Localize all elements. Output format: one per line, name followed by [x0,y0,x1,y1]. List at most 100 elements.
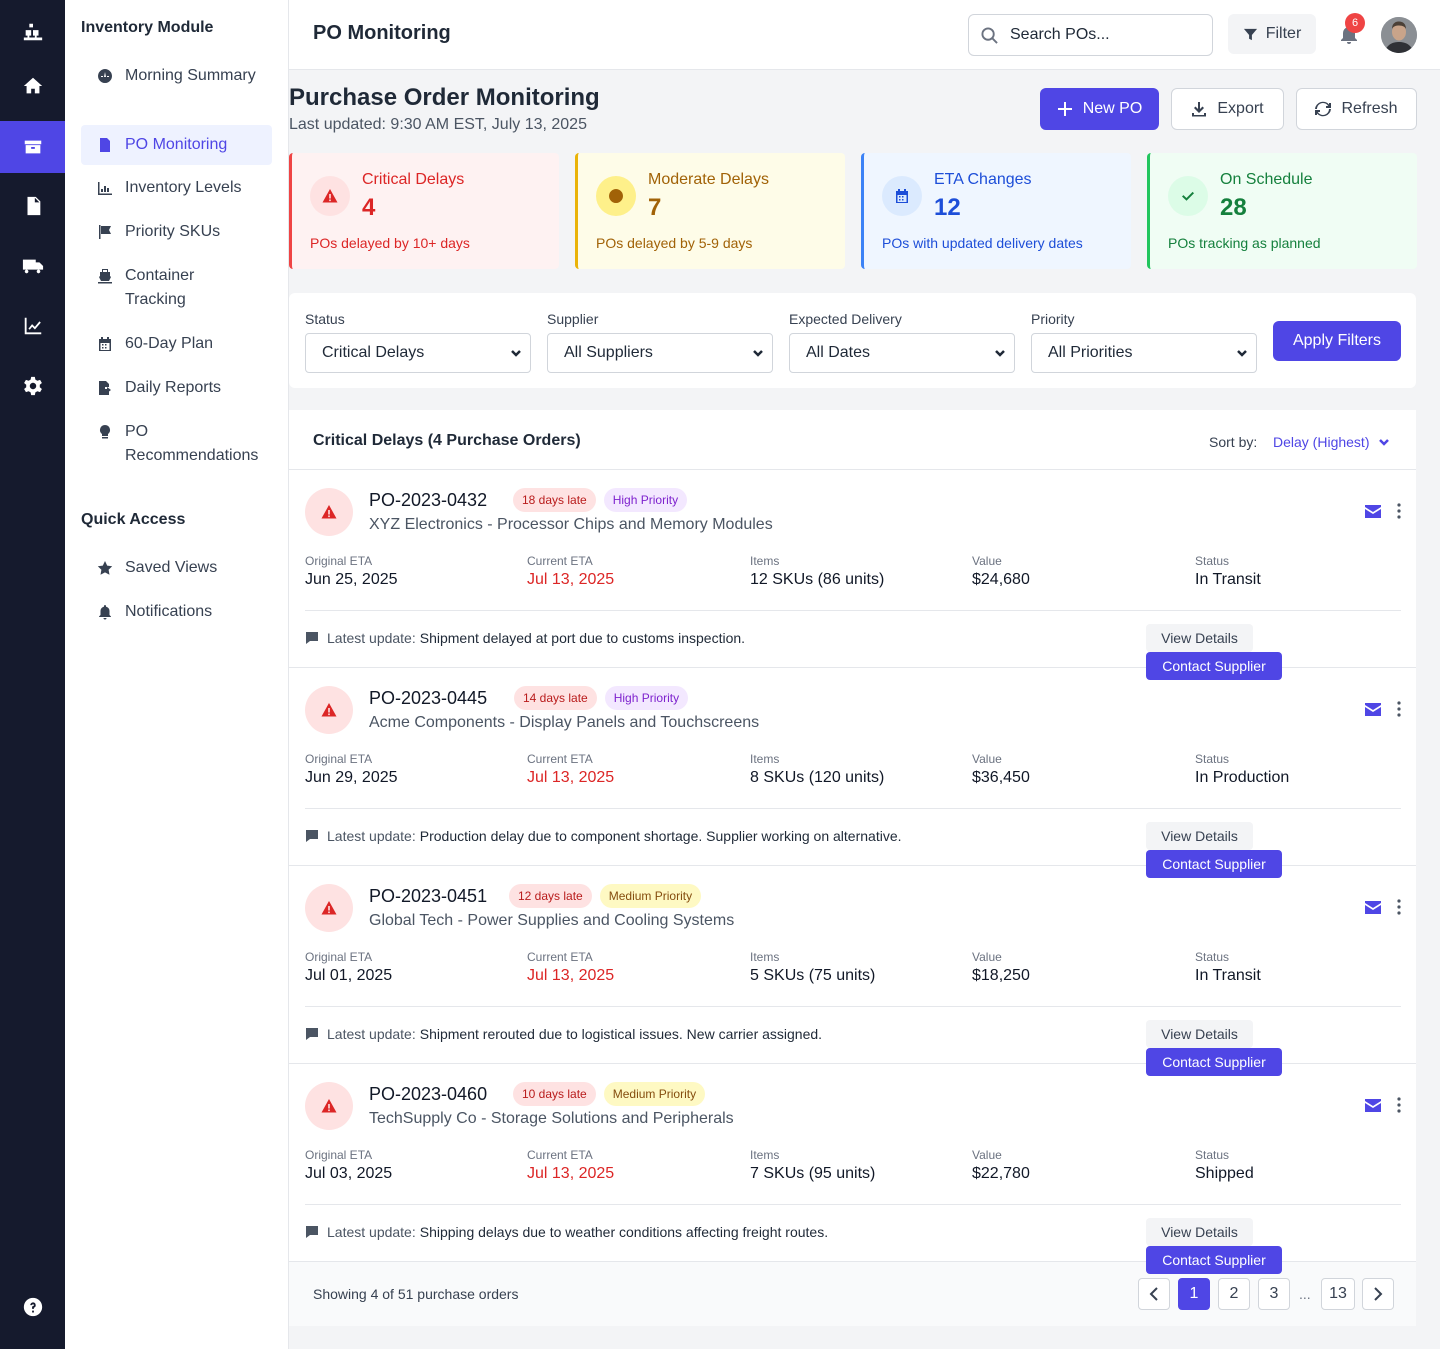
status-field: Status In Transit [1195,950,1261,985]
po-value: $24,680 [972,571,1030,588]
page-button-2[interactable]: 2 [1218,1278,1250,1310]
delivery-select[interactable]: All Dates [789,333,1015,373]
view-details-button[interactable]: View Details [1146,624,1253,652]
po-id[interactable]: PO-2023-0460 [369,1084,487,1105]
warning-icon [305,488,353,536]
quick-access-title: Quick Access [81,511,186,528]
supplier-filter: Supplier All Suppliers [547,311,773,373]
page-button-3[interactable]: 3 [1258,1278,1290,1310]
sidebar-item-notifications[interactable]: Notifications [81,600,272,630]
page-button-1[interactable]: 1 [1178,1278,1210,1310]
sidebar-item-60-day-plan[interactable]: 60-Day Plan [81,332,272,362]
next-page-button[interactable] [1362,1278,1394,1310]
view-details-button[interactable]: View Details [1146,1020,1253,1048]
icon-rail [0,0,65,1349]
po-tags: 14 days late High Priority [514,686,696,710]
items-field: Items 7 SKUs (95 units) [750,1148,875,1183]
sidebar-item-label: Morning Summary [125,67,256,84]
field-label: Items [750,950,780,964]
box-icon[interactable] [0,121,65,173]
email-icon[interactable] [1365,703,1381,716]
current-eta-value: Jul 13, 2025 [527,1165,615,1182]
sidebar-item-saved-views[interactable]: Saved Views [81,556,272,586]
home-icon[interactable] [0,60,65,112]
items-field: Items 12 SKUs (86 units) [750,554,884,589]
sidebar-item-morning-summary[interactable]: Morning Summary [81,64,272,116]
status-value: In Transit [1195,967,1261,984]
priority-badge: Medium Priority [603,1082,706,1106]
sidebar-item-label: PO Monitoring [125,136,228,153]
more-options-icon[interactable] [1393,503,1405,519]
original-eta-value: Jun 25, 2025 [305,571,398,588]
document-icon[interactable] [0,180,65,232]
contact-supplier-button[interactable]: Contact Supplier [1146,1246,1282,1274]
chart-line-icon[interactable] [0,300,65,352]
original-eta-value: Jun 29, 2025 [305,769,398,786]
more-options-icon[interactable] [1393,701,1405,717]
field-label: Status [1195,950,1230,964]
page-button-13[interactable]: 13 [1321,1278,1355,1310]
latest-update-text: Shipment delayed at port due to customs … [419,630,746,646]
refresh-label: Refresh [1341,100,1398,117]
po-row: PO-2023-0432 18 days late High Priority … [289,470,1416,680]
email-icon[interactable] [1365,505,1381,518]
filter-button[interactable]: Filter [1228,14,1316,54]
contact-supplier-button[interactable]: Contact Supplier [1146,850,1282,878]
card-critical-delays[interactable]: Critical Delays 4 POs delayed by 10+ day… [289,153,559,269]
refresh-button[interactable]: Refresh [1296,88,1417,130]
prev-page-button[interactable] [1138,1278,1170,1310]
more-options-icon[interactable] [1393,1097,1405,1113]
original-eta-field: Original ETA Jun 25, 2025 [305,554,398,589]
supplier-select-value: All Suppliers [564,344,653,361]
comment-icon [306,830,318,842]
export-button[interactable]: Export [1171,88,1284,130]
sidebar-item-daily-reports[interactable]: Daily Reports [81,376,272,406]
card-eta-changes[interactable]: ETA Changes 12 POs with updated delivery… [861,153,1131,269]
po-id[interactable]: PO-2023-0445 [369,688,487,709]
chevron-down-icon [1379,439,1390,446]
sidebar-item-po-recommendations[interactable]: PO Recommendations [81,420,272,472]
calendar-icon [97,336,113,352]
priority-select[interactable]: All Priorities [1031,333,1257,373]
sidebar-item-label: Daily Reports [125,379,222,396]
view-details-button[interactable]: View Details [1146,822,1253,850]
more-options-icon[interactable] [1393,899,1405,915]
new-po-button[interactable]: New PO [1040,88,1159,130]
avatar[interactable] [1381,17,1417,53]
boxes-logo-icon[interactable] [0,6,65,58]
email-icon[interactable] [1365,901,1381,914]
sort-dropdown[interactable]: Delay (Highest) [1273,434,1390,450]
card-on-schedule[interactable]: On Schedule 28 POs tracking as planned [1147,153,1417,269]
card-description: POs delayed by 10+ days [310,235,470,251]
contact-supplier-button[interactable]: Contact Supplier [1146,652,1282,680]
po-tags: 10 days late Medium Priority [513,1082,713,1106]
view-details-button[interactable]: View Details [1146,1218,1253,1246]
card-moderate-delays[interactable]: Moderate Delays 7 POs delayed by 5-9 day… [575,153,845,269]
apply-filters-button[interactable]: Apply Filters [1273,321,1401,361]
comment-icon [306,1226,318,1238]
search-input[interactable]: Search POs... [968,14,1213,56]
sidebar-item-priority-skus[interactable]: Priority SKUs [81,220,272,250]
field-label: Status [1195,1148,1230,1162]
latest-update: Latest update: Production delay due to c… [305,828,902,844]
sidebar-item-container-tracking[interactable]: Container Tracking [81,264,272,316]
contact-supplier-button[interactable]: Contact Supplier [1146,1048,1282,1076]
sidebar-item-inventory-levels[interactable]: Inventory Levels [81,176,272,206]
email-icon[interactable] [1365,1099,1381,1112]
latest-update-text: Production delay due to component shorta… [419,828,902,844]
field-label: Value [972,950,1002,964]
latest-update: Latest update: Shipment rerouted due to … [305,1026,822,1042]
help-icon[interactable] [0,1281,65,1333]
po-id[interactable]: PO-2023-0451 [369,886,487,907]
status-select[interactable]: Critical Delays [305,333,531,373]
current-eta-field: Current ETA Jul 13, 2025 [527,752,614,787]
divider [305,1204,1401,1205]
settings-icon[interactable] [0,360,65,412]
po-id[interactable]: PO-2023-0432 [369,490,487,511]
latest-update-label: Latest update: [327,828,416,844]
ship-icon [97,268,113,284]
sidebar-item-po-monitoring[interactable]: PO Monitoring [81,125,272,165]
truck-icon[interactable] [0,240,65,292]
card-title: ETA Changes [934,171,1032,188]
supplier-select[interactable]: All Suppliers [547,333,773,373]
